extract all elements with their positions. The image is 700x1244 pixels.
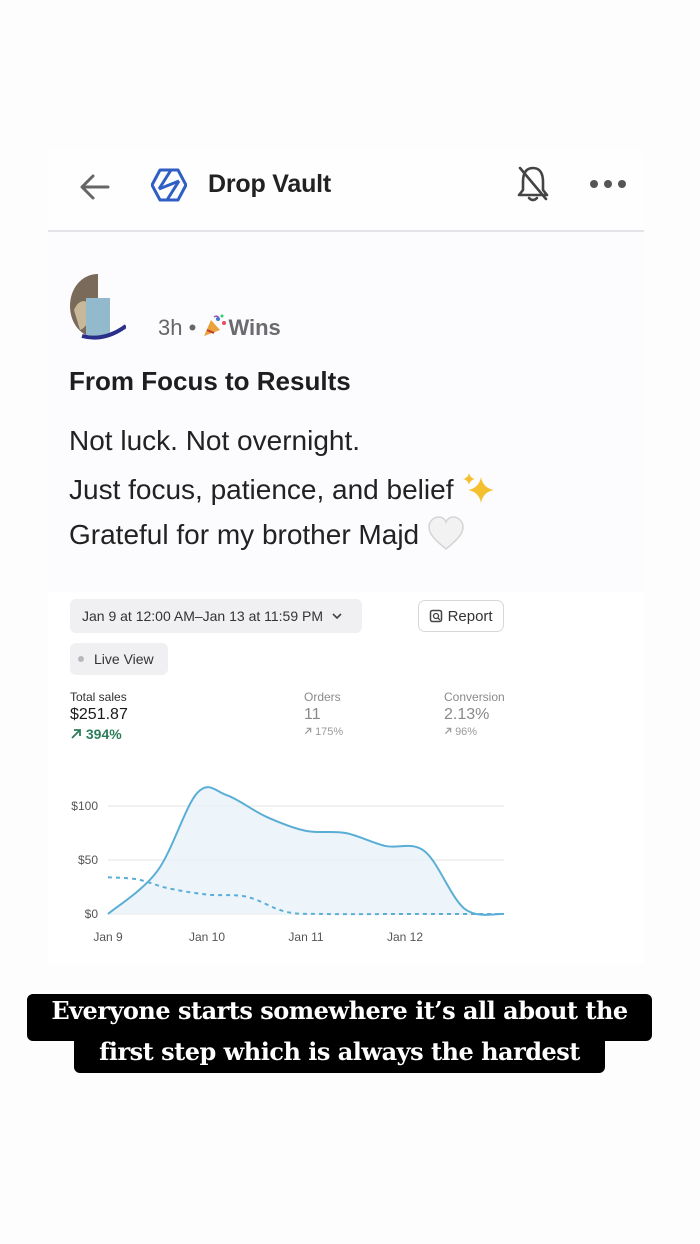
post-category[interactable]: Wins: [228, 315, 280, 340]
live-view-button[interactable]: Live View: [70, 643, 168, 675]
caption-line-2: first step which is always the hardest: [74, 1035, 605, 1073]
date-range-label: Jan 9 at 12:00 AM–Jan 13 at 11:59 PM: [82, 608, 324, 624]
metric-delta: 175%: [304, 726, 343, 738]
post-body-line-2: Just focus, patience, and belief: [69, 471, 497, 506]
post-meta: 3h • Wins: [158, 314, 281, 341]
report-button[interactable]: Report: [418, 600, 504, 632]
y-tick-label: $100: [71, 799, 98, 813]
date-range-selector[interactable]: Jan 9 at 12:00 AM–Jan 13 at 11:59 PM: [70, 599, 362, 633]
series-line-comparison: [107, 876, 504, 916]
post-time: 3h: [158, 315, 183, 340]
app-header: Drop Vault: [48, 150, 644, 232]
live-dot-icon: [78, 656, 84, 663]
drop-vault-logo-icon: [151, 168, 187, 202]
report-label: Report: [447, 608, 493, 625]
notifications-off-icon[interactable]: [515, 164, 551, 204]
metric-conversion[interactable]: Conversion 2.13% 96%: [444, 690, 505, 738]
live-view-label: Live View: [94, 651, 154, 667]
metric-label: Orders: [304, 690, 341, 704]
series-area-fill: [108, 787, 504, 915]
metric-value: 2.13%: [444, 706, 490, 723]
more-options-icon[interactable]: [588, 174, 628, 194]
metric-delta: 96%: [444, 726, 505, 738]
metric-value: $251.87: [70, 706, 128, 723]
white-heart-icon: [428, 516, 464, 550]
arrow-up-right-icon: [444, 727, 452, 735]
analytics-panel: Jan 9 at 12:00 AM–Jan 13 at 11:59 PM Rep…: [48, 592, 644, 964]
x-tick-label: Jan 9: [93, 930, 123, 944]
sparkles-icon: [463, 473, 495, 503]
post-card: 3h • Wins From Focus to Results Not luck…: [48, 232, 644, 592]
x-tick-label: Jan 12: [387, 930, 423, 944]
app-title: Drop Vault: [208, 170, 332, 198]
y-tick-label: $0: [85, 907, 99, 921]
metric-label: Total sales: [70, 690, 127, 704]
party-popper-icon: [204, 314, 227, 336]
metric-orders[interactable]: Orders 11 175%: [304, 690, 343, 738]
series-line-current: [107, 786, 505, 916]
metric-value: 11: [304, 706, 321, 723]
metric-delta: 394%: [70, 726, 128, 742]
post-body-line-3: Grateful for my brother Majd: [69, 516, 465, 552]
y-tick-label: $50: [78, 853, 98, 867]
back-arrow-icon[interactable]: [78, 170, 112, 204]
chevron-down-icon: [332, 613, 342, 620]
avatar[interactable]: [68, 270, 126, 342]
post-body-line-1: Not luck. Not overnight.: [69, 425, 361, 456]
post-title: From Focus to Results: [69, 366, 351, 396]
arrow-up-right-icon: [304, 727, 312, 735]
caption-line-1: Everyone starts somewhere it’s all about…: [27, 994, 652, 1041]
meta-separator: •: [188, 315, 197, 340]
metric-label: Conversion: [444, 690, 505, 704]
x-tick-label: Jan 10: [189, 930, 225, 944]
arrow-up-right-icon: [71, 729, 81, 739]
metric-total-sales[interactable]: Total sales $251.87 394%: [70, 690, 128, 742]
x-tick-label: Jan 11: [288, 930, 323, 944]
report-icon: [430, 609, 443, 623]
